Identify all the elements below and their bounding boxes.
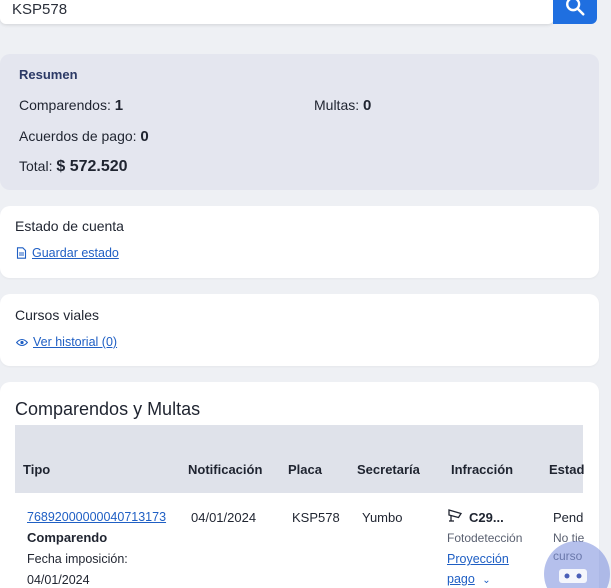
acuerdos-count: Acuerdos de pago: 0 xyxy=(19,128,149,145)
plate-search-input[interactable] xyxy=(0,0,554,24)
estado-value: Pend xyxy=(553,510,584,525)
column-header-estado: Estad xyxy=(549,462,585,477)
notificacion-value: 04/01/2024 xyxy=(191,510,257,525)
guardar-estado-link[interactable]: Guardar estado xyxy=(16,246,119,260)
summary-title: Resumen xyxy=(19,67,78,82)
column-header-secretaria: Secretaría xyxy=(357,462,420,477)
fecha-value: 04/01/2024 xyxy=(27,573,90,587)
cursos-viales-card: Cursos viales Ver historial (0) xyxy=(0,294,599,366)
column-header-infraccion: Infracción xyxy=(451,462,514,477)
search-bar xyxy=(0,0,611,38)
tipo-label: Comparendo xyxy=(27,530,108,545)
search-button[interactable] xyxy=(553,0,597,24)
column-header-placa: Placa xyxy=(288,462,322,477)
placa-value: KSP578 xyxy=(292,510,340,525)
summary-card: Resumen Comparendos: 1 Multas: 0 Acuerdo… xyxy=(0,54,599,190)
column-header-tipo: Tipo xyxy=(23,462,51,477)
proyeccion-pago-link-line2[interactable]: pago ⌄ xyxy=(447,572,491,586)
proyeccion-pago-link[interactable]: Proyección xyxy=(447,552,509,566)
total-amount: Total: $ 572.520 xyxy=(19,158,128,175)
table-header: Tipo Notificación Placa Secretaría Infra… xyxy=(15,425,585,493)
eye-icon xyxy=(16,338,28,346)
comparendos-count: Comparendos: 1 xyxy=(19,97,124,114)
multas-count: Multas: 0 xyxy=(314,97,372,114)
ver-historial-link[interactable]: Ver historial (0) xyxy=(16,335,117,349)
estado-cuenta-card: Estado de cuenta Guardar estado xyxy=(0,206,599,278)
column-header-notificacion: Notificación xyxy=(188,462,263,477)
search-icon xyxy=(566,0,585,16)
document-icon xyxy=(16,247,27,259)
comparendo-id-link[interactable]: 76892000000040713173 xyxy=(27,510,166,524)
chat-bot-icon xyxy=(559,569,587,583)
infraccion-code: C29... xyxy=(469,510,504,525)
infraccion-type: Fotodetección xyxy=(447,531,523,545)
estado-cuenta-title: Estado de cuenta xyxy=(15,218,124,234)
fecha-label: Fecha imposición: xyxy=(27,552,128,566)
cursos-viales-title: Cursos viales xyxy=(15,307,100,323)
secretaria-value: Yumbo xyxy=(362,510,403,525)
camera-icon xyxy=(448,509,463,522)
comparendos-section-title: Comparendos y Multas xyxy=(15,399,201,419)
chevron-down-icon: ⌄ xyxy=(482,575,491,586)
